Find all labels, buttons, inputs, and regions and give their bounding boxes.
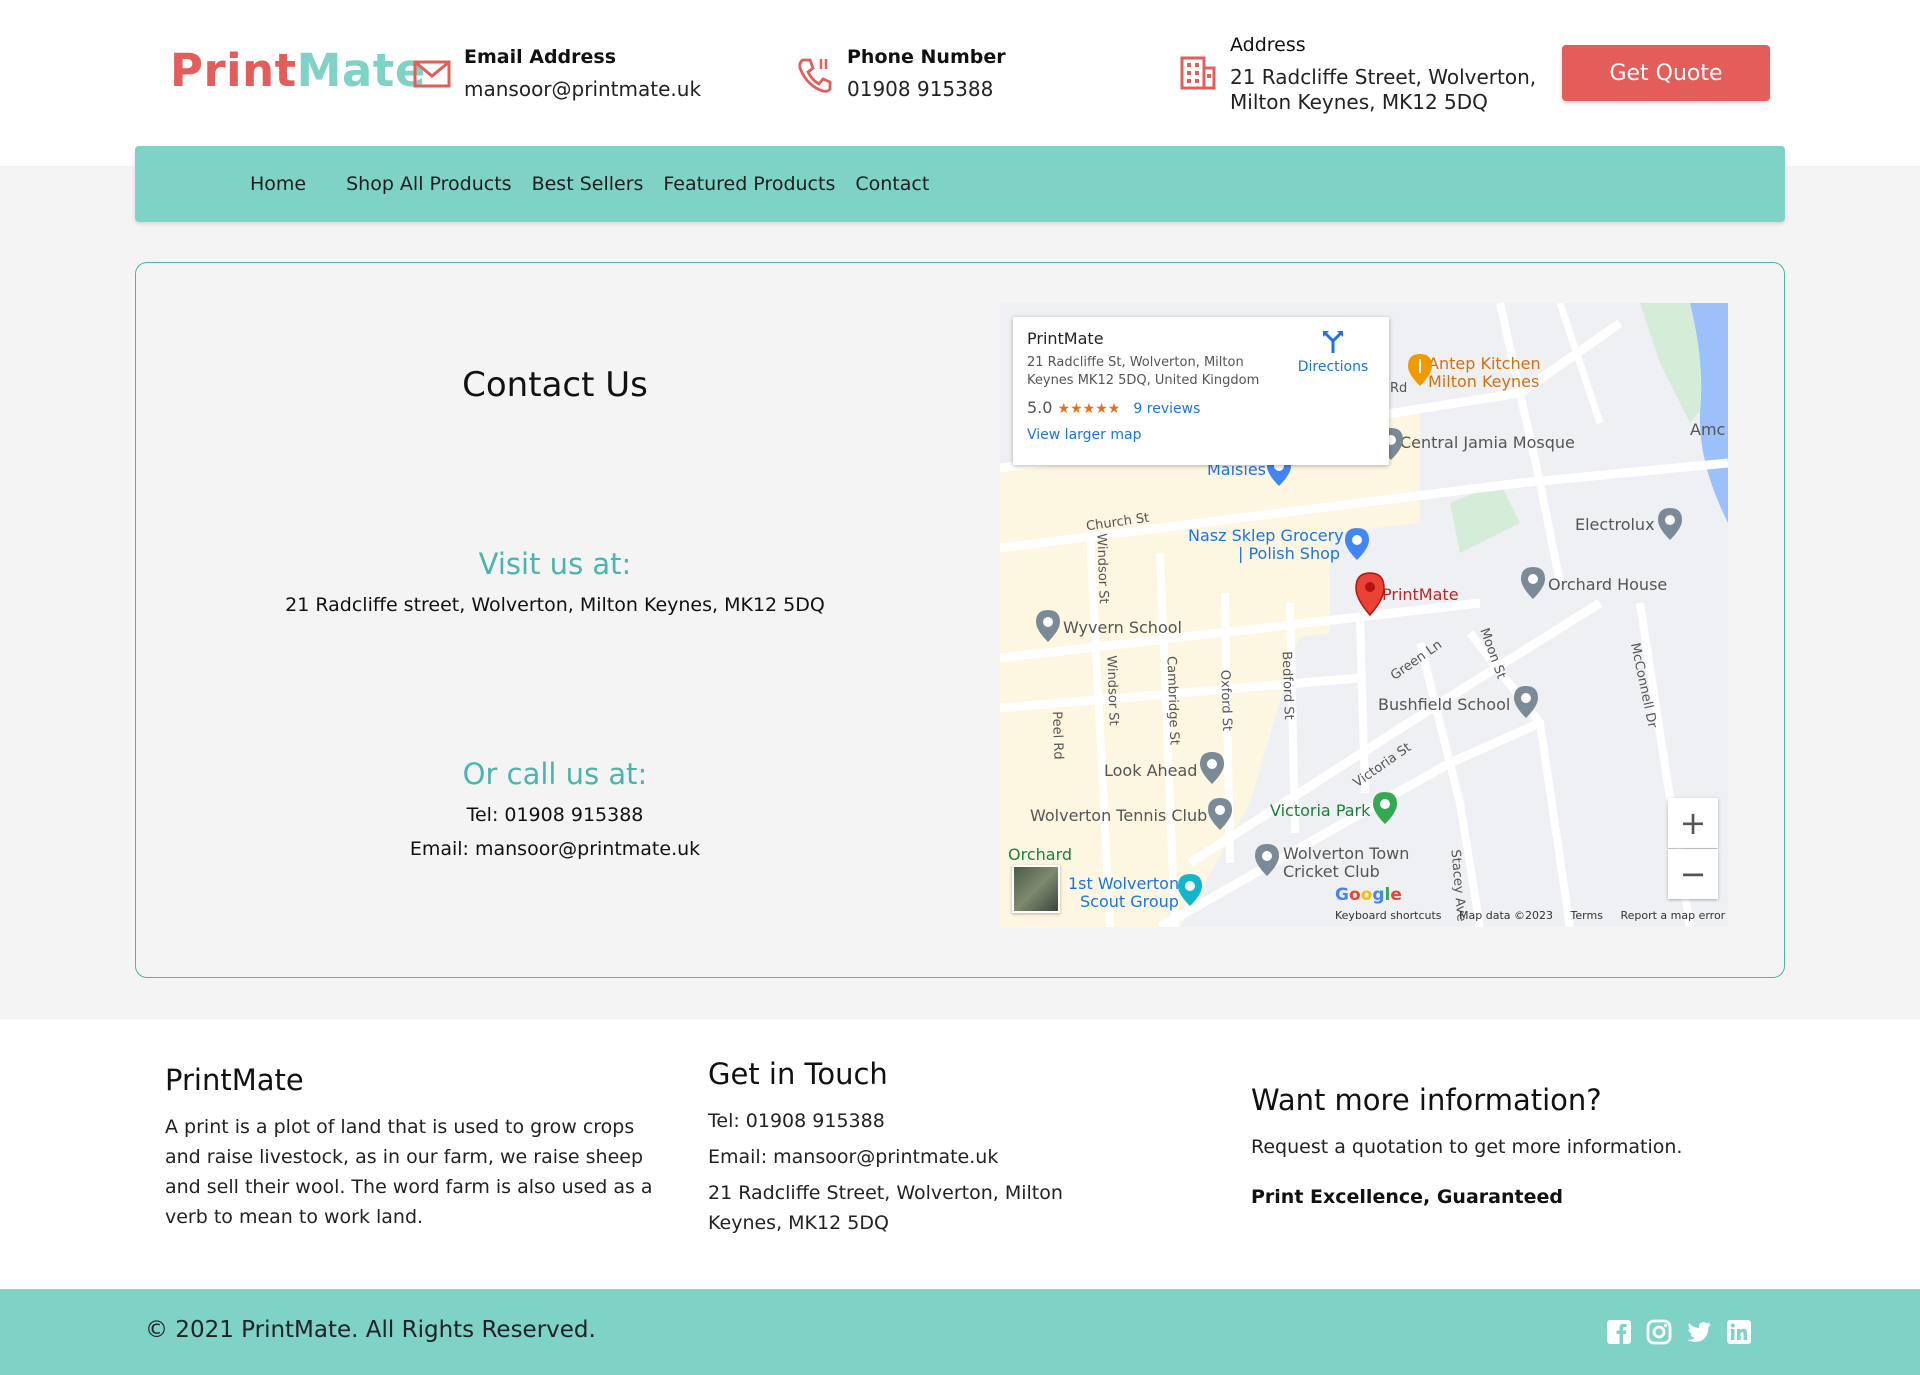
- visit-address: 21 Radcliffe street, Wolverton, Milton K…: [285, 594, 825, 616]
- footer-email: Email: mansoor@printmate.uk: [708, 1146, 999, 1168]
- address-line1: 21 Radcliffe Street, Wolverton,: [1230, 65, 1537, 89]
- printmate-pin-icon[interactable]: [1353, 571, 1387, 617]
- place-victoria-park[interactable]: Victoria Park: [1270, 801, 1370, 820]
- place-antep[interactable]: Antep Kitchen Milton Keynes: [1428, 355, 1541, 391]
- site-header: PrintMate Email Address mansoor@printmat…: [0, 0, 1920, 166]
- grocery-pin-icon[interactable]: [1344, 527, 1370, 561]
- street-windsor-2: Windsor St: [1103, 655, 1121, 726]
- main-nav: Home Shop All Products Best Sellers Feat…: [135, 146, 1785, 222]
- contact-title: Contact Us: [462, 365, 648, 405]
- footer-brand-text: A print is a plot of land that is used t…: [165, 1116, 653, 1228]
- electrolux-pin-icon[interactable]: [1657, 507, 1683, 541]
- view-larger-map-link[interactable]: View larger map: [1027, 427, 1375, 443]
- footer-address: 21 Radcliffe Street, Wolverton, Milton K…: [708, 1182, 1063, 1234]
- map-card-rating: 5.0 ★★★★★ 9 reviews: [1027, 398, 1375, 417]
- footer-info-title: Want more information?: [1251, 1083, 1602, 1117]
- nav-home[interactable]: Home: [250, 173, 306, 195]
- look-ahead-pin-icon[interactable]: [1199, 751, 1225, 785]
- street-oxford: Oxford St: [1217, 669, 1235, 732]
- footer-brand-title: PrintMate: [165, 1063, 304, 1097]
- place-orchard[interactable]: Orchard: [1008, 845, 1072, 864]
- bushfield-pin-icon[interactable]: [1513, 685, 1539, 719]
- nav-best-sellers[interactable]: Best Sellers: [532, 173, 644, 195]
- place-cricket-club[interactable]: Wolverton Town Cricket Club: [1283, 845, 1409, 881]
- place-scout-group[interactable]: 1st Wolverton Scout Group: [1068, 875, 1179, 911]
- place-amc[interactable]: Amc: [1690, 420, 1725, 439]
- phone-icon: [798, 58, 832, 93]
- terms-link[interactable]: Terms: [1571, 909, 1603, 922]
- header-email: Email Address mansoor@printmate.uk: [412, 44, 701, 102]
- map-info-card: PrintMate 21 Radcliffe St, Wolverton, Mi…: [1013, 317, 1389, 465]
- zoom-in-button[interactable]: +: [1668, 798, 1718, 848]
- school-pin-icon[interactable]: [1035, 609, 1061, 643]
- scout-pin-icon[interactable]: [1177, 873, 1203, 907]
- satellite-toggle[interactable]: [1012, 865, 1060, 913]
- brand-logo[interactable]: PrintMate: [170, 44, 426, 97]
- brand-logo-part2: Mate: [296, 44, 426, 97]
- zoom-out-button[interactable]: −: [1668, 849, 1718, 899]
- orchard-house-pin-icon[interactable]: [1520, 566, 1546, 600]
- brand-logo-part1: Print: [170, 44, 297, 97]
- street-bedford: Bedford St: [1278, 650, 1296, 721]
- rating-value: 5.0: [1027, 398, 1053, 417]
- street-cambridge: Cambridge St: [1163, 655, 1182, 746]
- nav-shop-all-products[interactable]: Shop All Products: [346, 173, 511, 195]
- get-quote-button[interactable]: Get Quote: [1562, 45, 1770, 101]
- place-bushfield-school[interactable]: Bushfield School: [1378, 695, 1510, 714]
- directions-button[interactable]: Directions: [1293, 329, 1373, 375]
- copyright-text: © 2021 PrintMate. All Rights Reserved.: [145, 1317, 596, 1343]
- restaurant-pin-icon[interactable]: [1407, 353, 1433, 387]
- google-map[interactable]: Antep Kitchen Milton Keynes Central Jamia…: [1000, 303, 1728, 927]
- mail-icon: [413, 60, 451, 88]
- keyboard-shortcuts-link[interactable]: Keyboard shortcuts: [1335, 909, 1442, 922]
- bottom-bar: © 2021 PrintMate. All Rights Reserved.: [0, 1289, 1920, 1375]
- email-label: Email Address: [464, 46, 617, 68]
- directions-icon: [1323, 331, 1343, 353]
- nav-featured-products[interactable]: Featured Products: [663, 173, 835, 195]
- place-look-ahead[interactable]: Look Ahead: [1104, 761, 1197, 780]
- place-nasz-sklep[interactable]: Nasz Sklep Grocery | Polish Shop: [1188, 527, 1344, 563]
- place-wyvern-school[interactable]: Wyvern School: [1063, 618, 1182, 637]
- street-rd: Rd: [1390, 381, 1408, 396]
- map-card-address: 21 Radcliffe St, Wolverton, Milton Keyne…: [1027, 355, 1260, 388]
- park-pin-icon[interactable]: [1372, 791, 1398, 825]
- reviews-link[interactable]: 9 reviews: [1133, 401, 1200, 417]
- street-windsor-1: Windsor St: [1093, 533, 1111, 604]
- place-printmate[interactable]: PrintMate: [1382, 585, 1459, 604]
- twitter-icon[interactable]: [1686, 1319, 1712, 1345]
- instagram-icon[interactable]: [1646, 1319, 1672, 1345]
- email-value[interactable]: mansoor@printmate.uk: [464, 77, 701, 102]
- place-orchard-house[interactable]: Orchard House: [1548, 575, 1667, 594]
- phone-value[interactable]: 01908 915388: [847, 77, 1006, 102]
- footer-tel: Tel: 01908 915388: [708, 1110, 885, 1132]
- report-error-link[interactable]: Report a map error: [1620, 909, 1725, 922]
- map-data-text: Map data ©2023: [1459, 909, 1554, 922]
- place-electrolux[interactable]: Electrolux: [1575, 515, 1655, 534]
- building-icon: [1180, 56, 1216, 90]
- phone-label: Phone Number: [847, 46, 1006, 68]
- facebook-icon[interactable]: [1606, 1319, 1632, 1345]
- contact-email: Email: mansoor@printmate.uk: [409, 838, 701, 860]
- header-address: Address 21 Radcliffe Street, Wolverton, …: [1178, 32, 1536, 115]
- footer-contact-title: Get in Touch: [708, 1057, 888, 1091]
- call-heading: Or call us at:: [462, 757, 648, 791]
- tennis-pin-icon[interactable]: [1207, 797, 1233, 831]
- address-line2: Milton Keynes, MK12 5DQ: [1230, 90, 1488, 114]
- header-phone: Phone Number 01908 915388: [795, 44, 1006, 102]
- place-tennis-club[interactable]: Wolverton Tennis Club: [1030, 806, 1207, 825]
- contact-tel: Tel: 01908 915388: [466, 804, 644, 826]
- google-logo: Google: [1335, 885, 1402, 905]
- footer-tagline: Print Excellence, Guaranteed: [1251, 1186, 1563, 1208]
- street-peel: Peel Rd: [1048, 711, 1066, 760]
- address-label: Address: [1230, 34, 1306, 56]
- cricket-pin-icon[interactable]: [1254, 843, 1280, 877]
- visit-heading: Visit us at:: [478, 547, 632, 581]
- linkedin-icon[interactable]: [1726, 1319, 1752, 1345]
- footer-info-text: Request a quotation to get more informat…: [1251, 1136, 1683, 1158]
- map-footer: Keyboard shortcuts Map data ©2023 Terms …: [1335, 909, 1728, 922]
- directions-label: Directions: [1297, 359, 1369, 375]
- place-mosque[interactable]: Central Jamia Mosque: [1400, 433, 1575, 452]
- nav-contact[interactable]: Contact: [855, 173, 929, 195]
- rating-stars-icon: ★★★★★: [1057, 401, 1121, 417]
